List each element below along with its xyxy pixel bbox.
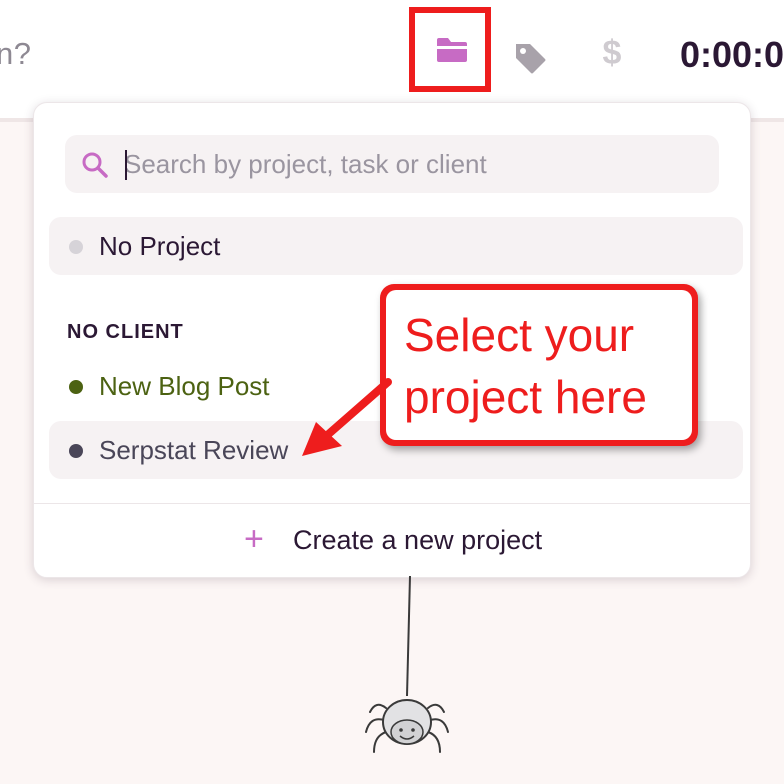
spider-icon — [365, 576, 449, 753]
client-group-label: NO CLIENT — [67, 321, 184, 343]
timer-display: 0:00:0 — [680, 34, 784, 75]
tag-icon — [516, 44, 546, 74]
tag-button[interactable] — [512, 40, 548, 76]
project-option-no-project[interactable]: No Project — [49, 217, 743, 275]
create-project-label: Create a new project — [293, 525, 543, 555]
text-caret — [125, 150, 127, 180]
folder-icon — [437, 38, 467, 62]
project-option-label: New Blog Post — [99, 371, 270, 401]
project-option-label: Serpstat Review — [99, 435, 289, 465]
plus-icon: + — [244, 520, 264, 558]
project-button[interactable] — [412, 10, 492, 90]
project-color-dot — [69, 444, 83, 458]
description-input-fragment[interactable]: n? — [0, 36, 31, 72]
project-color-dot — [69, 380, 83, 394]
search-icon — [82, 152, 108, 178]
annotation-arrow — [302, 378, 392, 456]
annotation-callout: Select your project here — [380, 284, 698, 446]
project-color-dot — [69, 240, 83, 254]
annotation-line-2: project here — [404, 371, 647, 423]
billable-button[interactable]: $ — [596, 34, 628, 78]
project-option-label: No Project — [99, 231, 221, 261]
create-project-button[interactable]: + Create a new project — [34, 504, 750, 576]
project-search-input[interactable] — [124, 136, 714, 192]
annotation-line-1: Select your — [404, 309, 635, 361]
dollar-icon: $ — [602, 34, 622, 72]
